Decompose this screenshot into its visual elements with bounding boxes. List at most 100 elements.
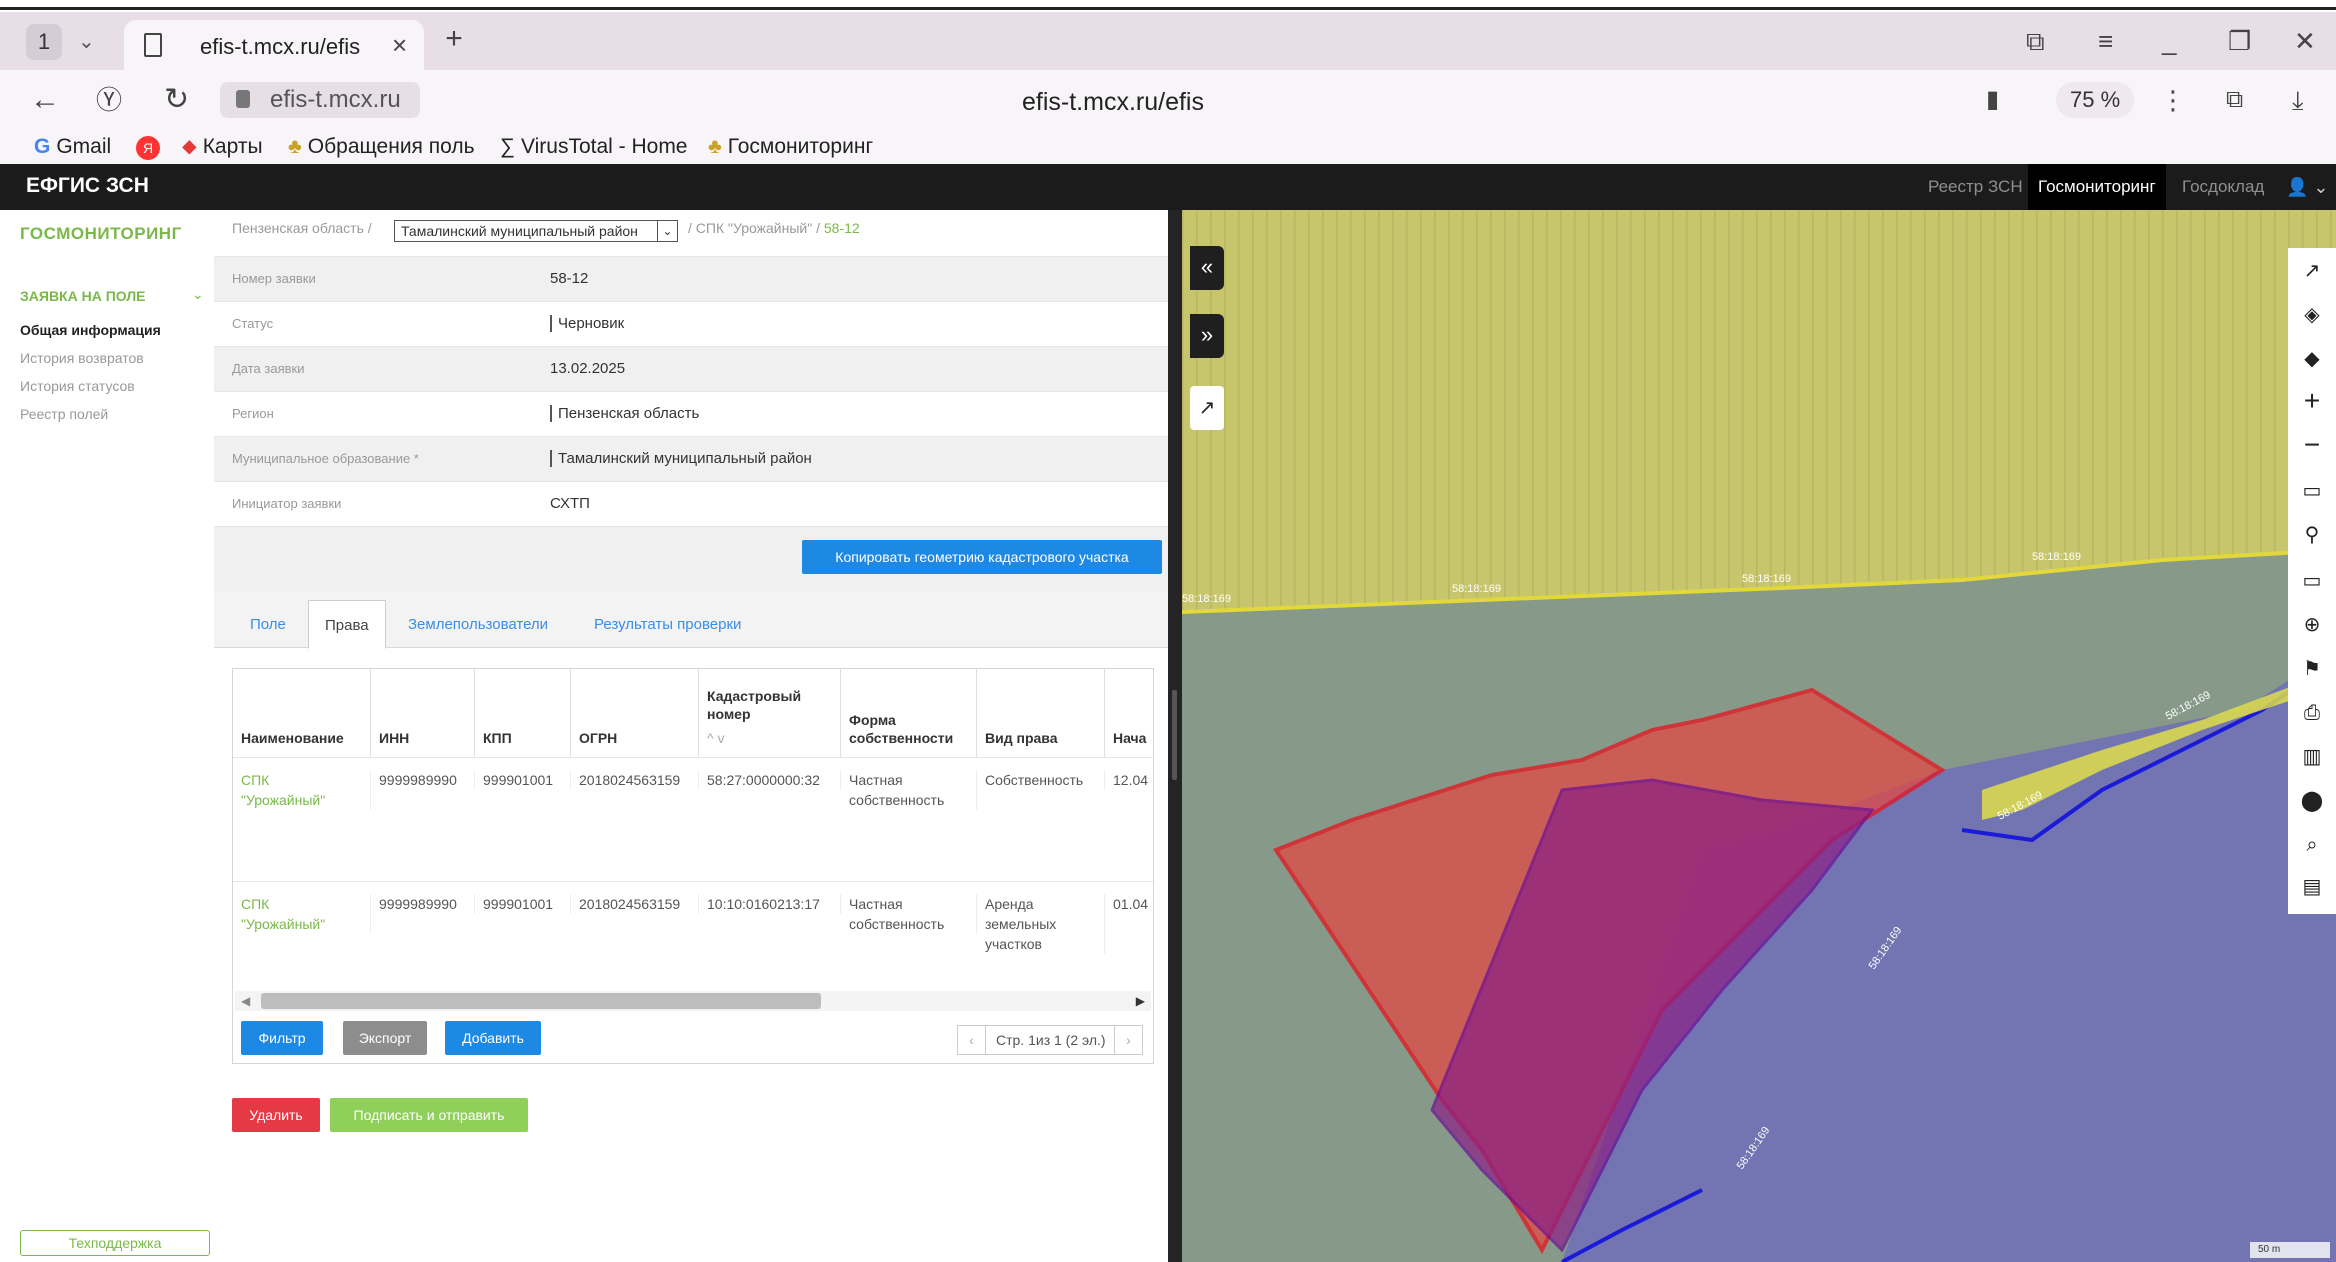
table-row[interactable]: СПК "Урожайный" 9999989990 999901001 2018… bbox=[233, 881, 1153, 991]
column-header-cadastral[interactable]: Кадастровый номер ^ v bbox=[699, 669, 841, 757]
tab-check-results[interactable]: Результаты проверки bbox=[594, 616, 741, 633]
measure-area-icon[interactable]: ▭ bbox=[2288, 566, 2336, 596]
delete-button[interactable]: Удалить bbox=[232, 1098, 320, 1132]
tab-land-users[interactable]: Землепользователи bbox=[408, 616, 548, 633]
flag-icon[interactable]: ⚑ bbox=[2288, 654, 2336, 684]
extensions-icon[interactable]: ⧉ bbox=[2226, 82, 2243, 118]
tab-field[interactable]: Поле bbox=[250, 616, 286, 633]
info-panel-icon[interactable]: ▤ bbox=[2288, 872, 2336, 902]
close-tab-icon[interactable]: × bbox=[392, 30, 407, 61]
sort-icon[interactable]: ^ v bbox=[707, 729, 836, 747]
copy-cadastral-geometry-button[interactable]: Копировать геометрию кадастрового участк… bbox=[802, 540, 1162, 574]
column-header-right-type[interactable]: Вид права bbox=[977, 669, 1105, 757]
add-button[interactable]: Добавить bbox=[445, 1021, 541, 1055]
cell-name[interactable]: СПК "Урожайный" bbox=[233, 770, 371, 810]
export-button[interactable]: Экспорт bbox=[343, 1021, 427, 1055]
panel-splitter[interactable] bbox=[1168, 210, 1182, 1262]
column-header-inn[interactable]: ИНН bbox=[371, 669, 475, 757]
scroll-left-icon[interactable]: ◀ bbox=[241, 991, 250, 1011]
tab-count-badge[interactable]: 1 bbox=[26, 24, 62, 60]
restore-icon[interactable]: ❐ bbox=[2228, 26, 2251, 56]
sidebar-section-request[interactable]: ЗАЯВКА НА ПОЛЕ bbox=[20, 288, 145, 304]
basemap-icon[interactable]: ◆ bbox=[2288, 344, 2336, 374]
reload-icon[interactable]: ↻ bbox=[164, 82, 189, 118]
sidebar-item-fields-registry[interactable]: Реестр полей bbox=[20, 406, 108, 422]
scroll-right-icon[interactable]: ▶ bbox=[1136, 991, 1145, 1011]
cadastral-label: 58:18:169 bbox=[2032, 551, 2081, 563]
chevron-down-icon[interactable]: ⌄ bbox=[192, 286, 204, 303]
edit-geometry-icon[interactable]: ↗ bbox=[1190, 386, 1224, 430]
search-icon[interactable]: ⌕ bbox=[2288, 830, 2336, 860]
location-icon[interactable]: ⬤ bbox=[2288, 786, 2336, 816]
support-button[interactable]: Техподдержка bbox=[20, 1230, 210, 1256]
building-icon[interactable]: ▥ bbox=[2288, 742, 2336, 772]
bookmark-maps[interactable]: ⬥ Карты bbox=[182, 132, 263, 162]
minimize-icon[interactable]: _ bbox=[2162, 26, 2176, 56]
column-header-ownership[interactable]: Форма собственности bbox=[841, 669, 977, 757]
sidebar-item-general-info[interactable]: Общая информация bbox=[20, 322, 161, 338]
nav-registry[interactable]: Реестр ЗСН bbox=[1928, 164, 2023, 210]
zoom-in-icon[interactable]: + bbox=[2288, 386, 2336, 416]
district-select[interactable]: Тамалинский муниципальный район ⌄ bbox=[394, 220, 678, 242]
breadcrumb-org[interactable]: СПК "Урожайный" bbox=[696, 220, 812, 236]
column-header-kpp[interactable]: КПП bbox=[475, 669, 571, 757]
field-row-municipality: Муниципальное образование * Тамалинский … bbox=[214, 436, 1168, 481]
cell-inn: 9999989990 bbox=[371, 770, 475, 790]
nav-gosmonitoring[interactable]: Госмониторинг bbox=[2028, 164, 2166, 210]
bookmark-gosmonitoring[interactable]: ♣ Госмониторинг bbox=[708, 132, 873, 162]
bookmark-yandex[interactable]: Я bbox=[136, 132, 166, 162]
tabs-dropdown-icon[interactable]: ⌄ bbox=[78, 24, 95, 60]
field-label: Дата заявки bbox=[232, 361, 305, 376]
more-options-icon[interactable]: ⋮ bbox=[2160, 82, 2186, 118]
bookmark-virustotal[interactable]: ∑ VirusTotal - Home bbox=[500, 132, 688, 162]
layers-icon[interactable]: ◈ bbox=[2288, 300, 2336, 330]
tab-rights[interactable]: Права bbox=[308, 600, 386, 649]
region-input[interactable]: Пензенская область bbox=[550, 405, 699, 422]
sidebar-title[interactable]: ГОСМОНИТОРИНГ bbox=[20, 224, 182, 244]
splitter-grip[interactable] bbox=[1172, 690, 1177, 780]
bookmark-appeals[interactable]: ♣ Обращения поль bbox=[288, 132, 475, 162]
table-row[interactable]: СПК "Урожайный" 9999989990 999901001 2018… bbox=[233, 757, 1153, 881]
app-brand[interactable]: ЕФГИС ЗСН bbox=[26, 174, 149, 198]
column-header-start[interactable]: Нача bbox=[1105, 669, 1153, 757]
prev-page-icon[interactable]: ‹ bbox=[958, 1026, 986, 1054]
scrollbar-thumb[interactable] bbox=[261, 993, 821, 1009]
download-icon[interactable]: ⤓ bbox=[2292, 82, 2304, 118]
cell-name[interactable]: СПК "Урожайный" bbox=[233, 894, 371, 934]
new-tab-icon[interactable]: + bbox=[436, 22, 472, 58]
column-header-name[interactable]: Наименование bbox=[233, 669, 371, 757]
municipality-input[interactable]: Тамалинский муниципальный район bbox=[550, 450, 812, 467]
bookmark-icon[interactable]: ▮ bbox=[1986, 82, 1999, 118]
back-icon[interactable]: ← bbox=[30, 82, 60, 118]
user-icon[interactable]: 👤 ⌄ bbox=[2286, 164, 2329, 210]
pin-icon[interactable]: ⚲ bbox=[2288, 520, 2336, 550]
sign-and-send-button[interactable]: Подписать и отправить bbox=[330, 1098, 528, 1132]
horizontal-scrollbar[interactable]: ◀ ▶ bbox=[235, 991, 1151, 1011]
collections-icon[interactable]: ⧉ bbox=[2026, 26, 2045, 56]
map-canvas[interactable]: 58:18:169 58:18:169 58:18:169 58:18:169 … bbox=[1182, 210, 2336, 1262]
next-page-icon[interactable]: › bbox=[1114, 1026, 1142, 1054]
zoom-indicator[interactable]: 75 % bbox=[2056, 82, 2135, 118]
column-header-ogrn[interactable]: ОГРН bbox=[571, 669, 699, 757]
browser-tab-active[interactable]: efis-t.mcx.ru/efis × bbox=[124, 20, 424, 70]
zoom-extent-icon[interactable]: ⊕ bbox=[2288, 610, 2336, 640]
nav-gosdoklad[interactable]: Госдоклад bbox=[2182, 164, 2264, 210]
yandex-icon[interactable]: Ⓨ bbox=[96, 82, 122, 118]
export-map-icon[interactable]: ↗ bbox=[2288, 256, 2336, 286]
menu-icon[interactable]: ≡ bbox=[2098, 26, 2113, 56]
close-window-icon[interactable]: ✕ bbox=[2294, 26, 2316, 56]
yellow-parcel[interactable] bbox=[1182, 210, 2336, 612]
url-domain-pill[interactable]: efis-t.mcx.ru bbox=[220, 82, 420, 118]
filter-button[interactable]: Фильтр bbox=[241, 1021, 323, 1055]
bookmark-gmail[interactable]: G Gmail bbox=[34, 132, 111, 162]
zoom-out-icon[interactable]: − bbox=[2288, 430, 2336, 460]
url-input[interactable]: efis-t.mcx.ru/efis bbox=[1022, 88, 1204, 117]
map-view[interactable]: 58:18:169 58:18:169 58:18:169 58:18:169 … bbox=[1182, 210, 2336, 1262]
sidebar-item-status-history[interactable]: История статусов bbox=[20, 378, 135, 394]
ruler-icon[interactable]: ▭ bbox=[2288, 476, 2336, 506]
breadcrumb-region[interactable]: Пензенская область bbox=[232, 220, 364, 236]
expand-right-icon[interactable]: » bbox=[1190, 314, 1224, 358]
sidebar-item-return-history[interactable]: История возвратов bbox=[20, 350, 144, 366]
collapse-left-icon[interactable]: « bbox=[1190, 246, 1224, 290]
print-icon[interactable]: ⎙ bbox=[2288, 698, 2336, 728]
